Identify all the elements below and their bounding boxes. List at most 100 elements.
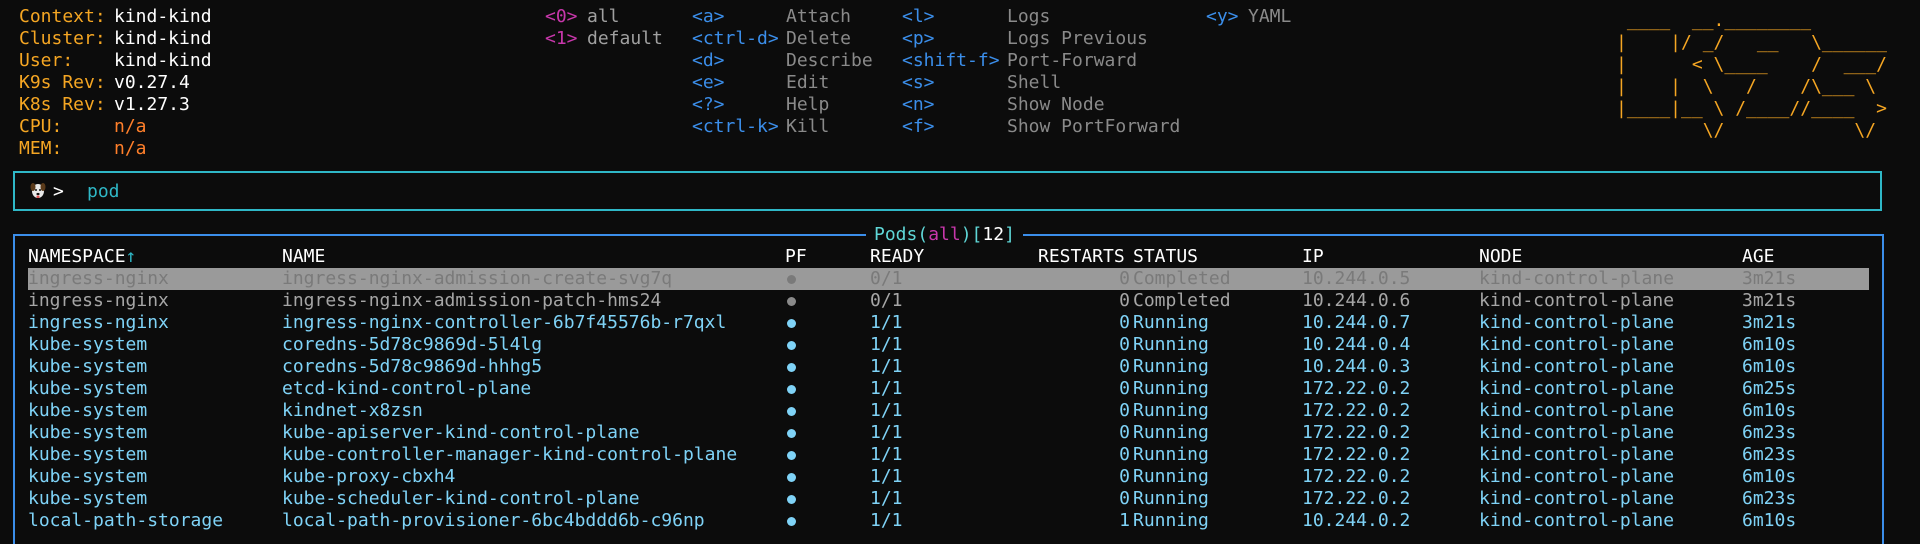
namespace-item[interactable]: <1> default xyxy=(545,28,663,50)
shortcut-label: Edit xyxy=(786,72,830,93)
namespace-key: <0> xyxy=(545,6,578,27)
pf-dot-icon xyxy=(785,444,796,466)
cell-namespace: kube-system xyxy=(28,378,148,399)
shortcut-label: Logs xyxy=(1007,6,1051,27)
shortcut-key[interactable]: <l> xyxy=(902,6,935,28)
namespace-item[interactable]: <0> all xyxy=(545,6,620,28)
cell-status: Running xyxy=(1133,422,1209,443)
shortcut-key[interactable]: <ctrl-k> xyxy=(692,116,779,138)
k9s-logo: ____ __.________ | |/ _/ __ \______ | < \… xyxy=(1616,10,1887,142)
table-count: 12 xyxy=(982,224,1005,245)
table-row[interactable]: kube-system kube-apiserver-kind-control-p… xyxy=(28,422,1869,444)
info-label: CPU: xyxy=(19,116,63,137)
cell-ip: 172.22.0.2 xyxy=(1302,378,1411,399)
table-row[interactable]: ingress-nginx ingress-nginx-admission-cre… xyxy=(28,268,1869,290)
shortcut-key[interactable]: <e> xyxy=(692,72,725,94)
shortcut-label: Attach xyxy=(786,6,852,27)
cell-status: Running xyxy=(1133,444,1209,465)
pf-dot-icon xyxy=(785,400,796,422)
pf-dot-icon xyxy=(785,466,796,488)
column-header-ip[interactable]: IP xyxy=(1302,246,1324,268)
cell-ready: 1/1 xyxy=(870,400,903,421)
column-header-restarts[interactable]: RESTARTS xyxy=(1038,246,1125,268)
shortcut-key[interactable]: <?> xyxy=(692,94,725,116)
shortcut-label: Logs Previous xyxy=(1007,28,1148,49)
shortcut-key[interactable]: <n> xyxy=(902,94,935,116)
cell-node: kind-control-plane xyxy=(1479,378,1675,399)
cell-ready: 0/1 xyxy=(870,290,903,311)
cell-status: Running xyxy=(1133,378,1209,399)
cell-namespace: ingress-nginx xyxy=(28,290,169,311)
cell-ready: 1/1 xyxy=(870,422,903,443)
cell-restarts: 1 xyxy=(1119,510,1130,531)
cell-node: kind-control-plane xyxy=(1479,290,1675,311)
cell-namespace: kube-system xyxy=(28,488,148,509)
table-row[interactable]: kube-system kube-proxy-cbxh4 1/1 Running 172… xyxy=(28,466,1869,488)
info-value: kind-kind xyxy=(114,6,212,27)
table-row[interactable]: ingress-nginx ingress-nginx-controller-6b… xyxy=(28,312,1869,334)
cell-name: coredns-5d78c9869d-5l4lg xyxy=(282,334,543,355)
info-value: kind-kind xyxy=(114,50,212,71)
cell-name: etcd-kind-control-plane xyxy=(282,378,532,399)
cell-ready: 0/1 xyxy=(870,268,903,289)
column-header-namespace[interactable]: NAMESPACE↑ xyxy=(28,246,136,268)
cell-age: 6m23s xyxy=(1742,422,1797,443)
table-row[interactable]: kube-system etcd-kind-control-plane 1/1 Run… xyxy=(28,378,1869,400)
cell-node: kind-control-plane xyxy=(1479,268,1675,289)
info-value: kind-kind xyxy=(114,28,212,49)
shortcut-key[interactable]: <f> xyxy=(902,116,935,138)
prompt-arrow: > xyxy=(53,181,64,202)
column-header-name[interactable]: NAME xyxy=(282,246,325,268)
column-header-pf[interactable]: PF xyxy=(785,246,807,268)
pf-dot-icon xyxy=(785,422,796,444)
table-row[interactable]: ingress-nginx ingress-nginx-admission-pat… xyxy=(28,290,1869,312)
cell-ip: 172.22.0.2 xyxy=(1302,466,1411,487)
command-prompt[interactable]: > pod xyxy=(13,171,1882,211)
shortcut-label: Delete xyxy=(786,28,852,49)
column-header-age[interactable]: AGE xyxy=(1742,246,1775,268)
table-row[interactable]: kube-system kube-controller-manager-kind-… xyxy=(28,444,1869,466)
logo-line: |____|__ \ /____//____ > xyxy=(1616,98,1887,119)
info-value: v1.27.3 xyxy=(114,94,190,115)
shortcut-key[interactable]: <d> xyxy=(692,50,725,72)
cell-name: kube-apiserver-kind-control-plane xyxy=(282,422,640,443)
shortcut-label: Show PortForward xyxy=(1007,116,1181,137)
shortcut-key[interactable]: <shift-f> xyxy=(902,50,1000,72)
table-row[interactable]: local-path-storage local-path-provisioner… xyxy=(28,510,1869,532)
shortcut-key[interactable]: <p> xyxy=(902,28,935,50)
column-header-ready[interactable]: READY xyxy=(870,246,924,268)
info-label: K8s Rev: xyxy=(19,94,106,115)
shortcut-key[interactable]: <a> xyxy=(692,6,725,28)
table-row[interactable]: kube-system coredns-5d78c9869d-5l4lg 1/1 Ru… xyxy=(28,334,1869,356)
cell-namespace: ingress-nginx xyxy=(28,268,169,289)
info-label: MEM: xyxy=(19,138,63,159)
cell-node: kind-control-plane xyxy=(1479,510,1675,531)
cell-age: 6m10s xyxy=(1742,510,1797,531)
info-label: Context: xyxy=(19,6,106,27)
cell-namespace: ingress-nginx xyxy=(28,312,169,333)
table-row[interactable]: kube-system kube-scheduler-kind-control-p… xyxy=(28,488,1869,510)
cell-age: 6m10s xyxy=(1742,356,1797,377)
pf-dot-icon xyxy=(785,268,796,290)
shortcut-key[interactable]: <s> xyxy=(902,72,935,94)
cell-node: kind-control-plane xyxy=(1479,312,1675,333)
shortcut-key[interactable]: <y> xyxy=(1206,6,1239,28)
cell-ready: 1/1 xyxy=(870,334,903,355)
namespace-name: all xyxy=(587,6,620,27)
cell-status: Running xyxy=(1133,488,1209,509)
command-input[interactable]: pod xyxy=(87,181,120,203)
cell-node: kind-control-plane xyxy=(1479,356,1675,377)
cell-status: Completed xyxy=(1133,268,1231,289)
cell-restarts: 0 xyxy=(1119,290,1130,311)
cell-namespace: kube-system xyxy=(28,466,148,487)
cell-status: Running xyxy=(1133,466,1209,487)
cell-restarts: 0 xyxy=(1119,400,1130,421)
column-header-node[interactable]: NODE xyxy=(1479,246,1522,268)
cell-namespace: kube-system xyxy=(28,334,148,355)
cell-age: 6m10s xyxy=(1742,400,1797,421)
column-header-status[interactable]: STATUS xyxy=(1133,246,1198,268)
shortcut-key[interactable]: <ctrl-d> xyxy=(692,28,779,50)
table-row[interactable]: kube-system coredns-5d78c9869d-hhhg5 1/1 Ru… xyxy=(28,356,1869,378)
table-row[interactable]: kube-system kindnet-x8zsn 1/1 Running 172.22… xyxy=(28,400,1869,422)
cell-name: local-path-provisioner-6bc4bddd6b-c96np xyxy=(282,510,705,531)
